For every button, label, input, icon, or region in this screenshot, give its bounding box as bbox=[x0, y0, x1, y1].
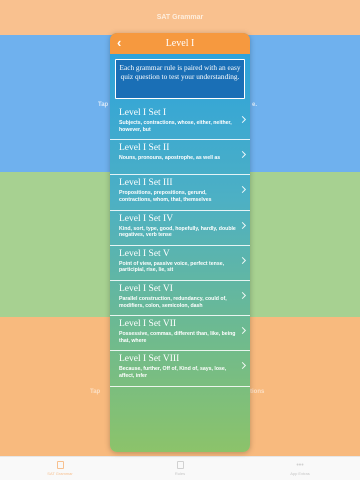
intro-box: Each grammar rule is paired with an easy… bbox=[115, 59, 245, 99]
set-title: Level I Set III bbox=[119, 178, 173, 189]
set-title: Level I Set VI bbox=[119, 283, 173, 294]
chevron-right-icon bbox=[238, 186, 247, 194]
set-row-1[interactable]: Level I Set I Subjects, contractions, wh… bbox=[110, 105, 250, 141]
set-title: Level I Set IV bbox=[119, 213, 174, 224]
modal-header: ‹ Level I bbox=[110, 33, 250, 54]
set-row-8[interactable]: Level I Set VIII Because, further, Off o… bbox=[110, 351, 250, 387]
set-title: Level I Set II bbox=[119, 143, 170, 154]
chevron-right-icon bbox=[238, 291, 247, 299]
chevron-right-icon bbox=[238, 327, 247, 335]
set-row-7[interactable]: Level I Set VII Possessive, commas, diff… bbox=[110, 316, 250, 352]
chevron-right-icon bbox=[238, 362, 247, 370]
set-row-2[interactable]: Level I Set II Nouns, pronouns, apostrop… bbox=[110, 140, 250, 176]
set-title: Level I Set VIII bbox=[119, 354, 180, 365]
chevron-right-icon bbox=[238, 256, 247, 264]
chevron-right-icon bbox=[238, 151, 247, 159]
set-list: Level I Set I Subjects, contractions, wh… bbox=[110, 105, 250, 387]
modal-title: Level I bbox=[165, 38, 195, 49]
chevron-right-icon bbox=[238, 115, 247, 124]
set-row-5[interactable]: Level I Set V Point of view, passive voi… bbox=[110, 246, 250, 281]
set-title: Level I Set I bbox=[119, 108, 167, 118]
set-subtitle: Point of view, passive voice, perfect te… bbox=[119, 260, 225, 274]
set-subtitle: Nouns, pronouns, apostrophe, as well as bbox=[119, 155, 221, 162]
set-title: Level I Set V bbox=[119, 248, 170, 259]
back-chevron-icon[interactable]: ‹ bbox=[117, 36, 121, 50]
set-row-6[interactable]: Level I Set VI Parallel construction, re… bbox=[110, 281, 250, 317]
set-subtitle: Because, further, Off of, Kind of, says,… bbox=[119, 366, 227, 379]
set-subtitle: Kind, sort, type, good, hopefully, hardl… bbox=[119, 225, 236, 239]
set-row-4[interactable]: Level I Set IV Kind, sort, type, good, h… bbox=[110, 211, 250, 246]
set-title: Level I Set VII bbox=[119, 319, 177, 330]
set-subtitle: Subjects, contractions, whose, either, n… bbox=[119, 120, 232, 133]
level-modal: ‹ Level I Each grammar rule is paired wi… bbox=[110, 33, 250, 452]
set-row-3[interactable]: Level I Set III Propositions, prepositio… bbox=[110, 175, 250, 211]
set-subtitle: Parallel construction, redundancy, could… bbox=[119, 295, 227, 309]
chevron-right-icon bbox=[238, 221, 247, 229]
set-subtitle: Propositions, prepositions, gerund, cont… bbox=[119, 190, 212, 203]
set-subtitle: Possessive, commas, different than, like… bbox=[119, 331, 236, 344]
